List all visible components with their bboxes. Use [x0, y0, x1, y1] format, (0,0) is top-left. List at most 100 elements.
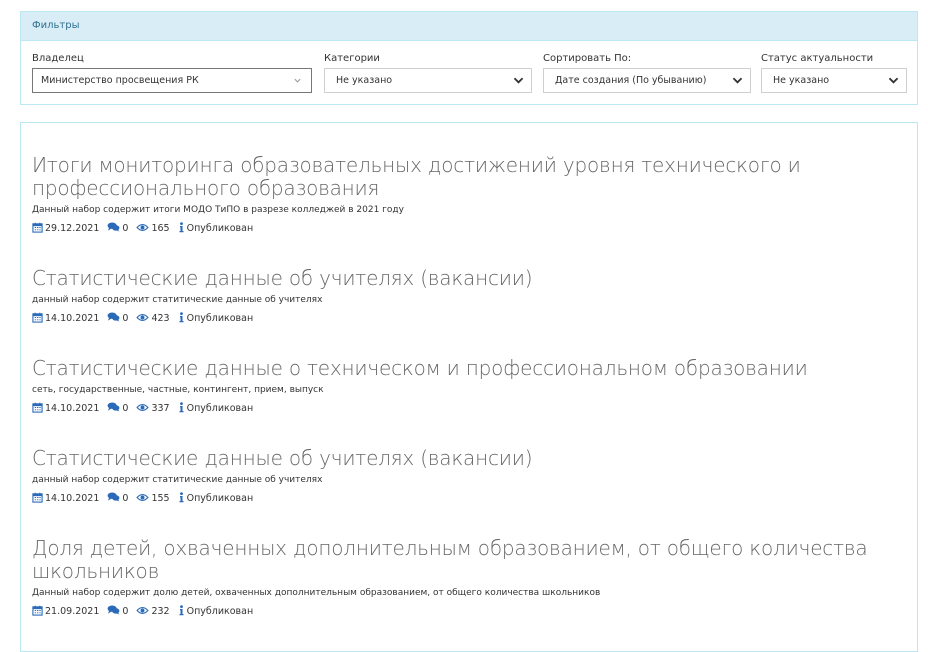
category-label: Категории	[324, 53, 380, 64]
sort-filter: Сортировать По: Дате создания (По убыван…	[543, 52, 751, 93]
status-label: Статус актуальности	[761, 53, 874, 64]
dataset-title-link[interactable]: Итоги мониторинга образовательных достиж…	[32, 154, 892, 200]
status-value: Опубликован	[186, 403, 254, 414]
info-icon	[178, 604, 185, 620]
owner-label: Владелец	[32, 53, 84, 64]
status-meta: Опубликован	[178, 311, 254, 327]
dataset-description: Данный набор содержит долю детей, охваче…	[32, 588, 601, 598]
sort-select-value: Дате создания (По убыванию)	[555, 75, 707, 86]
status-meta: Опубликован	[178, 604, 254, 620]
views-count: 232	[151, 606, 170, 617]
date-value: 21.09.2021	[45, 606, 100, 617]
list-item: Статистические данные об учителях (вакан…	[32, 267, 892, 325]
dataset-title-link[interactable]: Доля детей, охваченных дополнительным об…	[32, 537, 892, 583]
dataset-description: сеть, государственные, частные, континге…	[32, 385, 324, 395]
info-icon	[178, 491, 185, 507]
views-meta: 337	[136, 403, 170, 416]
status-select[interactable]: Не указано	[761, 68, 907, 93]
date-meta: 14.10.2021	[32, 312, 99, 327]
comments-meta: 0	[107, 222, 128, 236]
date-value: 14.10.2021	[45, 493, 100, 504]
status-value: Опубликован	[186, 493, 254, 504]
filters-header: Фильтры	[21, 12, 917, 41]
dataset-title-link[interactable]: Статистические данные об учителях (вакан…	[32, 447, 892, 470]
chevron-down-icon	[732, 69, 744, 92]
status-meta: Опубликован	[178, 491, 254, 507]
chevron-down-icon	[888, 69, 900, 92]
comments-icon	[107, 222, 120, 236]
comments-count: 0	[122, 403, 129, 414]
comments-meta: 0	[107, 492, 128, 506]
comments-count: 0	[122, 223, 129, 234]
owner-select[interactable]: Министерство просвещения РК	[32, 68, 312, 93]
eye-icon	[136, 313, 150, 326]
calendar-icon	[32, 492, 43, 507]
views-count: 155	[151, 493, 170, 504]
comments-count: 0	[122, 313, 129, 324]
dataset-meta: 14.10.2021 0 337 Опубликован	[32, 401, 892, 417]
comments-icon	[107, 605, 120, 619]
dataset-meta: 14.10.2021 0 423 Опубликован	[32, 311, 892, 327]
dataset-title-link[interactable]: Статистические данные об учителях (вакан…	[32, 267, 892, 290]
views-count: 165	[151, 223, 170, 234]
list-item: Статистические данные об учителях (вакан…	[32, 447, 892, 505]
category-select[interactable]: Не указано	[324, 68, 532, 93]
comments-meta: 0	[107, 605, 128, 619]
category-select-value: Не указано	[336, 75, 393, 86]
comments-meta: 0	[107, 312, 128, 326]
eye-icon	[136, 493, 150, 506]
owner-filter: Владелец Министерство просвещения РК	[32, 52, 312, 93]
views-count: 337	[151, 403, 170, 414]
views-count: 423	[151, 313, 170, 324]
results-list: Итоги мониторинга образовательных достиж…	[20, 122, 918, 652]
date-meta: 14.10.2021	[32, 402, 99, 417]
views-meta: 423	[136, 313, 170, 326]
sort-select[interactable]: Дате создания (По убыванию)	[543, 68, 751, 93]
info-icon	[178, 221, 185, 237]
date-value: 14.10.2021	[45, 313, 100, 324]
dataset-description: данный набор содержит статитические данн…	[32, 295, 323, 305]
comments-count: 0	[122, 493, 129, 504]
info-icon	[178, 401, 185, 417]
status-value: Опубликован	[186, 313, 254, 324]
category-filter: Категории Не указано	[324, 52, 532, 93]
calendar-icon	[32, 605, 43, 620]
comments-count: 0	[122, 606, 129, 617]
status-meta: Опубликован	[178, 401, 254, 417]
owner-select-value: Министерство просвещения РК	[41, 75, 199, 86]
chevron-down-icon	[513, 69, 525, 92]
status-select-value: Не указано	[773, 75, 830, 86]
sort-label: Сортировать По:	[543, 53, 632, 64]
calendar-icon	[32, 222, 43, 237]
calendar-icon	[32, 312, 43, 327]
status-meta: Опубликован	[178, 221, 254, 237]
status-filter: Статус актуальности Не указано	[761, 52, 907, 93]
comments-icon	[107, 492, 120, 506]
dataset-meta: 21.09.2021 0 232 Опубликован	[32, 604, 892, 620]
dataset-description: Данный набор содержит итоги МОДО ТиПО в …	[32, 205, 404, 215]
dataset-meta: 29.12.2021 0 165 Опубликован	[32, 221, 892, 237]
comments-icon	[107, 312, 120, 326]
dataset-title-link[interactable]: Статистические данные о техническом и пр…	[32, 357, 892, 380]
list-item: Доля детей, охваченных дополнительным об…	[32, 537, 892, 618]
info-icon	[178, 311, 185, 327]
eye-icon	[136, 223, 150, 236]
dataset-meta: 14.10.2021 0 155 Опубликован	[32, 491, 892, 507]
date-meta: 29.12.2021	[32, 222, 99, 237]
views-meta: 232	[136, 606, 170, 619]
status-value: Опубликован	[186, 606, 254, 617]
dataset-description: данный набор содержит статитические данн…	[32, 475, 323, 485]
views-meta: 165	[136, 223, 170, 236]
eye-icon	[136, 403, 150, 416]
date-value: 29.12.2021	[45, 223, 100, 234]
eye-icon	[136, 606, 150, 619]
calendar-icon	[32, 402, 43, 417]
status-value: Опубликован	[186, 223, 254, 234]
list-item: Статистические данные о техническом и пр…	[32, 357, 892, 415]
date-meta: 21.09.2021	[32, 605, 99, 620]
date-value: 14.10.2021	[45, 403, 100, 414]
list-item: Итоги мониторинга образовательных достиж…	[32, 154, 892, 235]
views-meta: 155	[136, 493, 170, 506]
comments-meta: 0	[107, 402, 128, 416]
date-meta: 14.10.2021	[32, 492, 99, 507]
